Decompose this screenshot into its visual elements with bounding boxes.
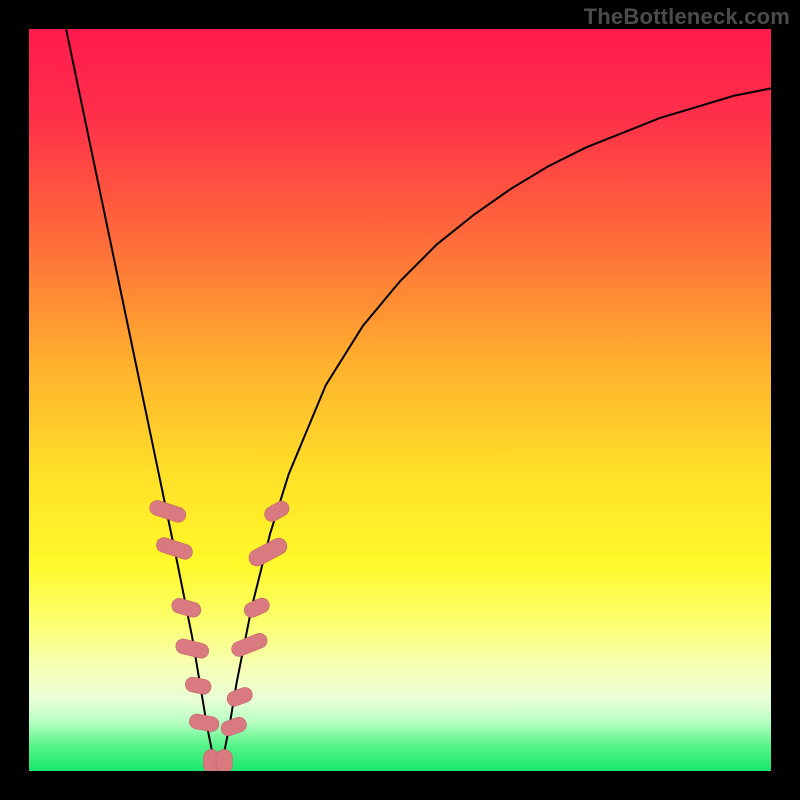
watermark-text: TheBottleneck.com: [584, 4, 790, 30]
gradient-backdrop: [29, 29, 771, 771]
app-frame: TheBottleneck.com: [0, 0, 800, 800]
curve-marker-7: [216, 749, 232, 771]
bottleneck-chart: [29, 29, 771, 771]
